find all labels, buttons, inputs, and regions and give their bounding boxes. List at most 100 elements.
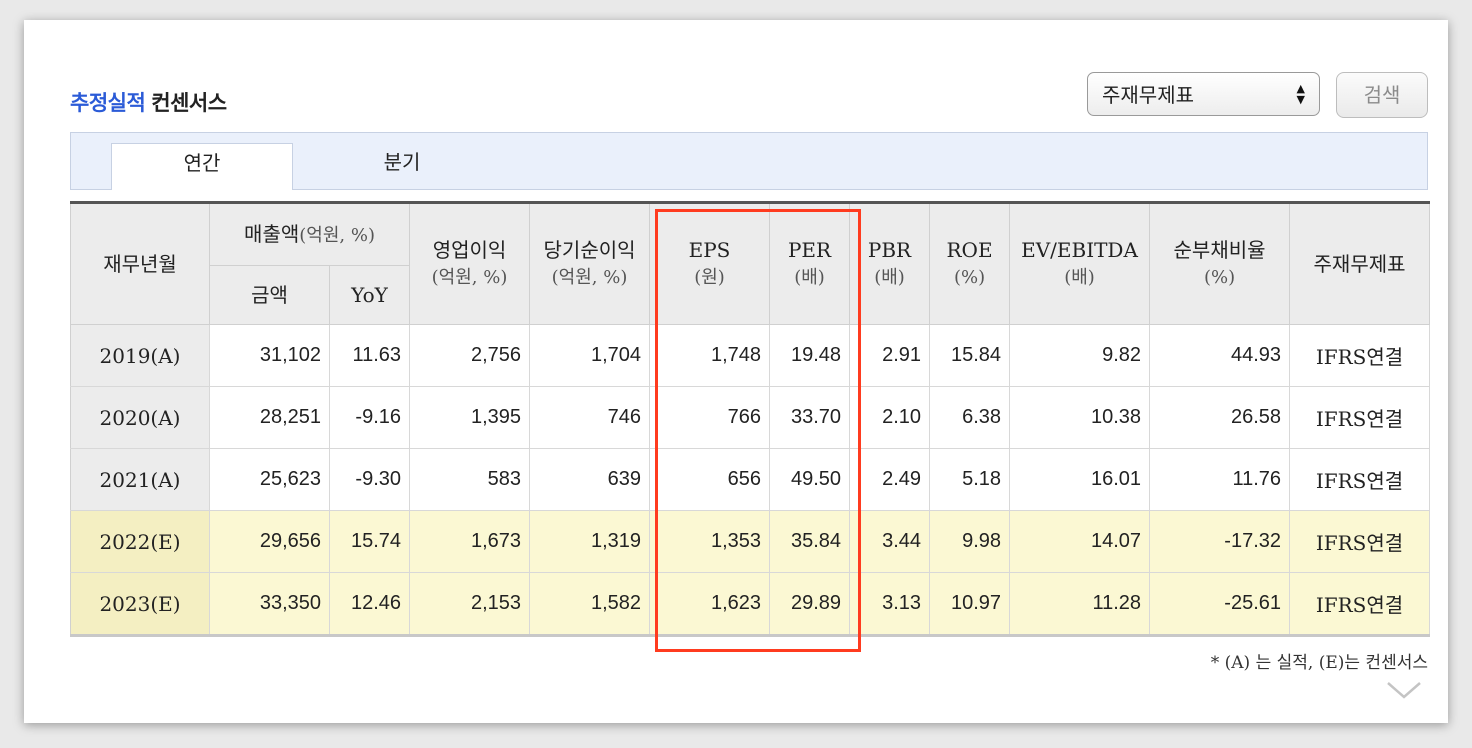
- cell-roe: 10.97: [929, 572, 1011, 636]
- header-eps-unit: (원): [694, 267, 725, 288]
- section-title-accent: 추정실적: [70, 91, 146, 115]
- cell-eps: 766: [649, 386, 771, 449]
- cell-period: 2019(A): [70, 324, 210, 387]
- cell-ev-ebitda: 16.01: [1009, 448, 1151, 511]
- cell-op-income: 2,153: [409, 572, 531, 636]
- section-title: 추정실적 컨센서스: [70, 87, 227, 117]
- header-pbr: PBR (배): [849, 202, 931, 325]
- cell-yoy: -9.30: [328, 448, 411, 511]
- cell-revenue: 25,623: [209, 448, 330, 511]
- cell-net-income: 1,582: [529, 572, 651, 636]
- cell-roe: 6.38: [929, 386, 1011, 449]
- cell-per: 49.50: [769, 448, 851, 511]
- cell-yoy: 12.46: [328, 572, 411, 636]
- header-op-income-unit: (억원, %): [431, 267, 508, 288]
- updown-arrows-icon: ▲ ▼: [1296, 82, 1305, 106]
- header-op-income: 영업이익 (억원, %): [409, 202, 531, 325]
- cell-net-debt-ratio: 44.93: [1149, 324, 1291, 387]
- header-pbr-label: PBR: [867, 238, 912, 262]
- cell-op-income: 2,756: [409, 324, 531, 387]
- header-ev-ebitda-unit: (배): [1064, 267, 1095, 288]
- cell-period: 2020(A): [70, 386, 210, 449]
- cell-net-debt-ratio: 26.58: [1149, 386, 1291, 449]
- consensus-panel: 추정실적 컨센서스 주재무제표 ▲ ▼ 검색 연간 분기 재무년월 매출액(억원, …: [24, 20, 1448, 723]
- header-net-income-label: 당기순이익: [543, 238, 636, 262]
- cell-pbr: 3.13: [849, 572, 931, 636]
- cell-roe: 9.98: [929, 510, 1011, 573]
- cell-net-debt-ratio: 11.76: [1149, 448, 1291, 511]
- header-revenue-unit: (억원, %): [299, 224, 375, 246]
- cell-pbr: 2.10: [849, 386, 931, 449]
- cell-revenue: 28,251: [209, 386, 330, 449]
- table-row: 2020(A) 28,251 -9.16 1,395 746 766 33.70…: [70, 386, 1431, 449]
- cell-roe: 5.18: [929, 448, 1011, 511]
- search-button[interactable]: 검색: [1336, 72, 1428, 118]
- header-eps-label: EPS: [688, 238, 731, 262]
- header-roe: ROE (%): [929, 202, 1011, 325]
- header-revenue-yoy: YoY: [328, 265, 411, 325]
- table-row: 2022(E) 29,656 15.74 1,673 1,319 1,353 3…: [70, 510, 1431, 573]
- cell-net-debt-ratio: -17.32: [1149, 510, 1291, 573]
- header-roe-label: ROE: [946, 238, 993, 262]
- cell-net-income: 746: [529, 386, 651, 449]
- cell-per: 19.48: [769, 324, 851, 387]
- cell-period: 2022(E): [70, 510, 210, 573]
- header-net-income-unit: (억원, %): [551, 267, 628, 288]
- cell-revenue: 29,656: [209, 510, 330, 573]
- header-ev-ebitda-label: EV/EBITDA: [1021, 238, 1138, 262]
- cell-net-debt-ratio: -25.61: [1149, 572, 1291, 636]
- header-pbr-unit: (배): [874, 267, 905, 288]
- cell-net-income: 1,319: [529, 510, 651, 573]
- chevron-down-icon[interactable]: [1386, 680, 1422, 700]
- cell-net-income: 1,704: [529, 324, 651, 387]
- tab-annual[interactable]: 연간: [111, 143, 293, 190]
- tab-quarterly[interactable]: 분기: [311, 143, 493, 190]
- cell-per: 33.70: [769, 386, 851, 449]
- period-tab-bar: 연간 분기: [70, 132, 1428, 190]
- header-revenue-amount: 금액: [209, 265, 330, 325]
- cell-op-income: 1,673: [409, 510, 531, 573]
- cell-eps: 1,623: [649, 572, 771, 636]
- statement-select[interactable]: 주재무제표 ▲ ▼: [1087, 72, 1320, 116]
- header-revenue-label: 매출액: [244, 221, 300, 246]
- footnote: * (A) 는 실적, (E)는 컨센서스: [1210, 653, 1428, 673]
- cell-statement: IFRS연결: [1289, 324, 1431, 387]
- header-per: PER (배): [769, 202, 851, 325]
- consensus-table: 재무년월 매출액(억원, %) 영업이익 (억원, %) 당기순이익 (억원, …: [70, 201, 1431, 637]
- section-title-rest: 컨센서스: [151, 91, 227, 115]
- header-op-income-label: 영업이익: [432, 238, 507, 262]
- cell-ev-ebitda: 10.38: [1009, 386, 1151, 449]
- header-net-debt-ratio-label: 순부채비율: [1173, 238, 1266, 262]
- cell-yoy: -9.16: [328, 386, 411, 449]
- header-roe-unit: (%): [953, 267, 986, 288]
- cell-pbr: 3.44: [849, 510, 931, 573]
- cell-statement: IFRS연결: [1289, 510, 1431, 573]
- cell-revenue: 33,350: [209, 572, 330, 636]
- cell-roe: 15.84: [929, 324, 1011, 387]
- cell-period: 2021(A): [70, 448, 210, 511]
- header-per-unit: (배): [794, 267, 825, 288]
- cell-revenue: 31,102: [209, 324, 330, 387]
- cell-ev-ebitda: 9.82: [1009, 324, 1151, 387]
- header-statement: 주재무제표: [1289, 202, 1431, 325]
- cell-pbr: 2.49: [849, 448, 931, 511]
- cell-period: 2023(E): [70, 572, 210, 636]
- header-net-debt-ratio: 순부채비율 (%): [1149, 202, 1291, 325]
- cell-ev-ebitda: 14.07: [1009, 510, 1151, 573]
- cell-eps: 1,353: [649, 510, 771, 573]
- cell-pbr: 2.91: [849, 324, 931, 387]
- cell-op-income: 1,395: [409, 386, 531, 449]
- header-eps: EPS (원): [649, 202, 771, 325]
- header-ev-ebitda: EV/EBITDA (배): [1009, 202, 1151, 325]
- cell-eps: 1,748: [649, 324, 771, 387]
- header-revenue: 매출액(억원, %): [208, 202, 411, 266]
- table-row: 2023(E) 33,350 12.46 2,153 1,582 1,623 2…: [70, 572, 1431, 636]
- cell-yoy: 11.63: [328, 324, 411, 387]
- header-per-label: PER: [787, 238, 832, 262]
- table-row: 2019(A) 31,102 11.63 2,756 1,704 1,748 1…: [70, 324, 1431, 387]
- cell-statement: IFRS연결: [1289, 448, 1431, 511]
- statement-select-value: 주재무제표: [1102, 83, 1194, 107]
- cell-statement: IFRS연결: [1289, 386, 1431, 449]
- cell-op-income: 583: [409, 448, 531, 511]
- cell-per: 29.89: [769, 572, 851, 636]
